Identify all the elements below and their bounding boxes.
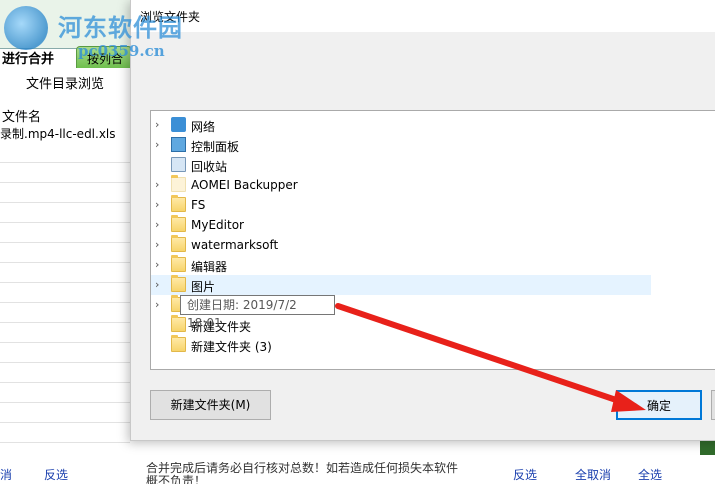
select-all-link[interactable]: 全选 bbox=[638, 466, 662, 483]
tree-item-label: 新建文件夹 (3) bbox=[191, 340, 272, 354]
dialog-titlebar[interactable]: 浏览文件夹 bbox=[131, 0, 715, 32]
chevron-right-icon[interactable]: › bbox=[155, 119, 165, 131]
watermark-site-name: 河东软件园 bbox=[58, 13, 183, 42]
chevron-right-icon[interactable]: › bbox=[155, 259, 165, 271]
tree-item-label: MyEditor bbox=[191, 218, 244, 232]
chevron-right-icon[interactable]: › bbox=[155, 279, 165, 291]
tree-item-label: 编辑器 bbox=[191, 260, 228, 274]
folder-icon bbox=[171, 235, 186, 252]
tree-item[interactable]: 新建文件夹 bbox=[151, 315, 651, 335]
invert-selection-link-right[interactable]: 反选 bbox=[513, 466, 537, 483]
folder-tree[interactable]: › 网络 › 控制面板 回收站 › AOMEI Backupper › FS › MyEditor ›… bbox=[150, 110, 715, 370]
deselect-link[interactable]: 消 bbox=[0, 466, 12, 483]
recycle-bin-icon bbox=[171, 157, 186, 172]
created-date-tooltip: 创建日期: 2019/7/2 18:01 bbox=[180, 295, 335, 330]
tree-item-label: 回收站 bbox=[191, 160, 228, 174]
chevron-right-icon[interactable]: › bbox=[155, 299, 165, 311]
tree-item[interactable]: › AOMEI Backupper bbox=[151, 175, 651, 195]
control-panel-icon bbox=[171, 137, 186, 152]
tree-item[interactable]: › 控制面板 bbox=[151, 135, 651, 155]
ok-button[interactable]: 确定 bbox=[616, 390, 702, 420]
tree-item[interactable]: 回收站 bbox=[151, 155, 651, 175]
tree-item[interactable]: › 网络 bbox=[151, 115, 651, 135]
tree-item-label: FS bbox=[191, 198, 206, 212]
new-folder-button[interactable]: 新建文件夹(M) bbox=[150, 390, 271, 420]
tree-item[interactable]: › 编辑器 bbox=[151, 255, 651, 275]
watermark-site-url: pc0359.cn bbox=[78, 42, 165, 60]
tree-item-label: AOMEI Backupper bbox=[191, 178, 298, 192]
tree-item-label: watermarksoft bbox=[191, 238, 279, 252]
tree-item[interactable]: › watermarksoft bbox=[151, 235, 651, 255]
site-watermark: 河东软件园 pc0359.cn bbox=[0, 0, 200, 70]
folder-icon bbox=[171, 255, 186, 272]
chevron-right-icon[interactable]: › bbox=[155, 239, 165, 251]
folder-icon bbox=[171, 195, 186, 212]
folder-icon bbox=[171, 315, 186, 332]
file-name-column-header: 文件名 bbox=[2, 110, 42, 125]
deselect-all-link[interactable]: 全取消 bbox=[575, 466, 611, 483]
watermark-logo-icon bbox=[4, 6, 48, 50]
network-icon bbox=[171, 117, 186, 132]
browse-folder-dialog: 浏览文件夹 › 网络 › 控制面板回收站 › AOMEI Backupper › FS › MyE… bbox=[130, 0, 715, 441]
folder-icon bbox=[171, 335, 186, 352]
file-list-grid bbox=[0, 143, 130, 443]
file-list-row[interactable]: 录制.mp4-llc-edl.xls bbox=[0, 125, 116, 142]
folder-icon bbox=[171, 175, 186, 192]
chevron-right-icon[interactable]: › bbox=[155, 199, 165, 211]
tree-item-label: 控制面板 bbox=[191, 140, 240, 154]
folder-icon bbox=[171, 215, 186, 232]
browse-directory-button[interactable]: 文件目录浏览 bbox=[0, 70, 130, 100]
tree-item-label: 图片 bbox=[191, 280, 216, 294]
tree-item[interactable]: › MyEditor bbox=[151, 215, 651, 235]
tree-item-label: 网络 bbox=[191, 120, 216, 134]
chevron-right-icon[interactable]: › bbox=[155, 179, 165, 191]
chevron-right-icon[interactable]: › bbox=[155, 219, 165, 231]
merge-warning-text: 合并完成后请务必自行核对总数！如若造成任何损失本软件概不负责！ bbox=[146, 462, 459, 484]
invert-selection-link-left[interactable]: 反选 bbox=[44, 466, 68, 483]
tree-item[interactable]: 新建文件夹 (3) bbox=[151, 335, 651, 355]
folder-icon bbox=[171, 275, 186, 292]
tree-item[interactable]: › FS bbox=[151, 195, 651, 215]
chevron-right-icon[interactable]: › bbox=[155, 139, 165, 151]
tree-item[interactable]: › 图片 bbox=[151, 275, 651, 295]
cancel-button-partial[interactable] bbox=[711, 390, 715, 420]
